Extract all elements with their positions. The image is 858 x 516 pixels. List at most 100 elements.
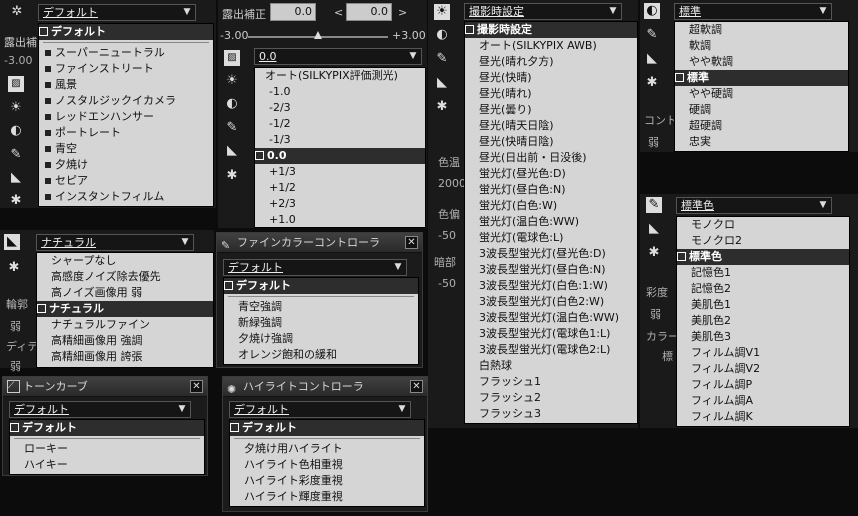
list-item[interactable]: -1/2	[255, 116, 425, 132]
list-item[interactable]: スーパーニュートラル	[39, 45, 213, 61]
list-item[interactable]: レッドエンハンサー	[39, 109, 213, 125]
list-item[interactable]: 昼光(晴天日陰)	[465, 118, 637, 134]
close-icon[interactable]: ✕	[405, 236, 418, 249]
color-dropdown[interactable]: 標準色 ▼	[676, 197, 832, 214]
sharpness-icon[interactable]: ✱	[646, 245, 662, 261]
list-item[interactable]: 夕焼け強調	[224, 331, 418, 347]
list-item[interactable]: 3波長型蛍光灯(電球色2:L)	[465, 342, 637, 358]
exposure-value-field-2[interactable]: 0.0	[346, 3, 392, 21]
list-item[interactable]: 3波長型蛍光灯(昼白色:N)	[465, 262, 637, 278]
exposure-dropdown[interactable]: 0.0 ▼	[254, 48, 422, 65]
list-item[interactable]: 3波長型蛍光灯(電球色1:L)	[465, 326, 637, 342]
list-item[interactable]: 3波長型蛍光灯(白色2:W)	[465, 294, 637, 310]
list-item[interactable]: 3波長型蛍光灯(温白色:WW)	[465, 310, 637, 326]
contrast-icon[interactable]: ◐	[8, 123, 24, 139]
list-item[interactable]: デフォルト	[10, 420, 204, 436]
color-icon[interactable]: ◣	[4, 234, 20, 250]
list-item[interactable]: 高精細画像用 誇張	[37, 349, 213, 365]
list-item[interactable]: 蛍光灯(電球色:L)	[465, 230, 637, 246]
color-icon[interactable]: ◣	[224, 143, 240, 159]
sharpness-icon[interactable]: ✱	[8, 193, 24, 209]
list-item[interactable]: 記憶色1	[677, 265, 849, 281]
style-dropdown[interactable]: デフォルト ▼	[38, 4, 196, 21]
list-item[interactable]: やや硬調	[675, 86, 848, 102]
list-item[interactable]: 標準	[675, 70, 848, 86]
list-item[interactable]: 昼光(快晴)	[465, 70, 637, 86]
list-item[interactable]: フィルム調A	[677, 393, 849, 409]
dropper-icon[interactable]: ✎	[8, 147, 24, 163]
list-item[interactable]: オレンジ飽和の緩和	[224, 347, 418, 363]
list-item[interactable]: デフォルト	[224, 278, 418, 294]
exposure-slider-thumb[interactable]	[314, 31, 322, 39]
list-item[interactable]: 夕焼け	[39, 157, 213, 173]
list-item[interactable]: 蛍光灯(白色:W)	[465, 198, 637, 214]
dropper-icon[interactable]: ✎	[644, 27, 660, 43]
list-item[interactable]: フラッシュ2	[465, 390, 637, 406]
sharpness-icon[interactable]: ✱	[644, 75, 660, 91]
contrast-dropdown[interactable]: 標準 ▼	[674, 3, 832, 20]
list-item[interactable]: モノクロ	[677, 217, 849, 233]
list-item[interactable]: ハイライト輝度重視	[230, 489, 424, 505]
dropper-icon[interactable]: ✎	[434, 51, 450, 67]
list-item[interactable]: -2/3	[255, 100, 425, 116]
brightness-icon[interactable]: ☀	[434, 4, 450, 20]
list-item[interactable]: 蛍光灯(温白色:WW)	[465, 214, 637, 230]
list-item[interactable]: -1/3	[255, 132, 425, 148]
list-item[interactable]: 美肌色2	[677, 313, 849, 329]
list-item[interactable]: ハイキー	[10, 457, 204, 473]
sharpness-icon[interactable]: ✱	[224, 168, 240, 184]
list-item[interactable]: フィルム調K	[677, 409, 849, 425]
list-item[interactable]: +1/3	[255, 164, 425, 180]
list-item[interactable]: 夕焼け用ハイライト	[230, 441, 424, 457]
list-item[interactable]: +1.0	[255, 212, 425, 228]
list-item[interactable]: ハイライト色相重視	[230, 457, 424, 473]
list-item[interactable]: 青空	[39, 141, 213, 157]
list-item[interactable]: 昼光(晴れ)	[465, 86, 637, 102]
list-item[interactable]: 美肌色1	[677, 297, 849, 313]
list-item[interactable]: ナチュラルファイン	[37, 317, 213, 333]
fine-color-dropdown[interactable]: デフォルト ▼	[223, 259, 407, 276]
left-arrow-icon[interactable]: <	[334, 6, 343, 19]
list-item[interactable]: -1.0	[255, 84, 425, 100]
contrast-icon[interactable]: ◐	[434, 27, 450, 43]
contrast-icon[interactable]: ◐	[644, 3, 660, 19]
sharpness-icon[interactable]: ✱	[434, 99, 450, 115]
dropper-icon[interactable]: ✎	[646, 197, 662, 213]
list-item[interactable]: 標準色	[677, 249, 849, 265]
list-item[interactable]: オート(SILKYPIX評価測光)	[255, 68, 425, 84]
list-item[interactable]: オート(SILKYPIX AWB)	[465, 38, 637, 54]
list-item[interactable]: フラッシュ3	[465, 406, 637, 422]
list-item[interactable]: 白熱球	[465, 358, 637, 374]
color-icon[interactable]: ◣	[644, 51, 660, 67]
close-icon[interactable]: ✕	[190, 380, 203, 393]
color-icon[interactable]: ◣	[434, 75, 450, 91]
list-item[interactable]: フィルム調P	[677, 377, 849, 393]
list-item[interactable]: +2/3	[255, 196, 425, 212]
list-item[interactable]: 硬調	[675, 102, 848, 118]
list-item[interactable]: デフォルト	[230, 420, 424, 436]
list-item[interactable]: 撮影時設定	[465, 22, 637, 38]
list-item[interactable]: シャープなし	[37, 253, 213, 269]
list-item[interactable]: フィルム調V1	[677, 345, 849, 361]
list-item[interactable]: 昼光(日出前・日没後)	[465, 150, 637, 166]
list-item[interactable]: 昼光(曇り)	[465, 102, 637, 118]
exposure-compensation-icon[interactable]: ▨	[8, 76, 24, 92]
list-item[interactable]: 昼光(快晴日陰)	[465, 134, 637, 150]
exposure-value-field[interactable]: 0.0	[270, 3, 316, 21]
list-item[interactable]: ナチュラル	[37, 301, 213, 317]
list-item[interactable]: ローキー	[10, 441, 204, 457]
list-item[interactable]: インスタントフィルム	[39, 189, 213, 205]
list-item[interactable]: +1/2	[255, 180, 425, 196]
list-item[interactable]: 高感度ノイズ除去優先	[37, 269, 213, 285]
list-item[interactable]: 昼光(晴れ夕方)	[465, 54, 637, 70]
tone-curve-dropdown[interactable]: デフォルト ▼	[9, 401, 191, 418]
list-item[interactable]: セピア	[39, 173, 213, 189]
brightness-icon[interactable]: ☀	[224, 73, 240, 89]
exposure-compensation-icon[interactable]: ▨	[224, 50, 240, 66]
list-item[interactable]: 青空強調	[224, 299, 418, 315]
list-item[interactable]: 風景	[39, 77, 213, 93]
list-item[interactable]: 軟調	[675, 38, 848, 54]
list-item[interactable]: ハイライト彩度重視	[230, 473, 424, 489]
list-item[interactable]: 新緑強調	[224, 315, 418, 331]
list-item[interactable]: ポートレート	[39, 125, 213, 141]
